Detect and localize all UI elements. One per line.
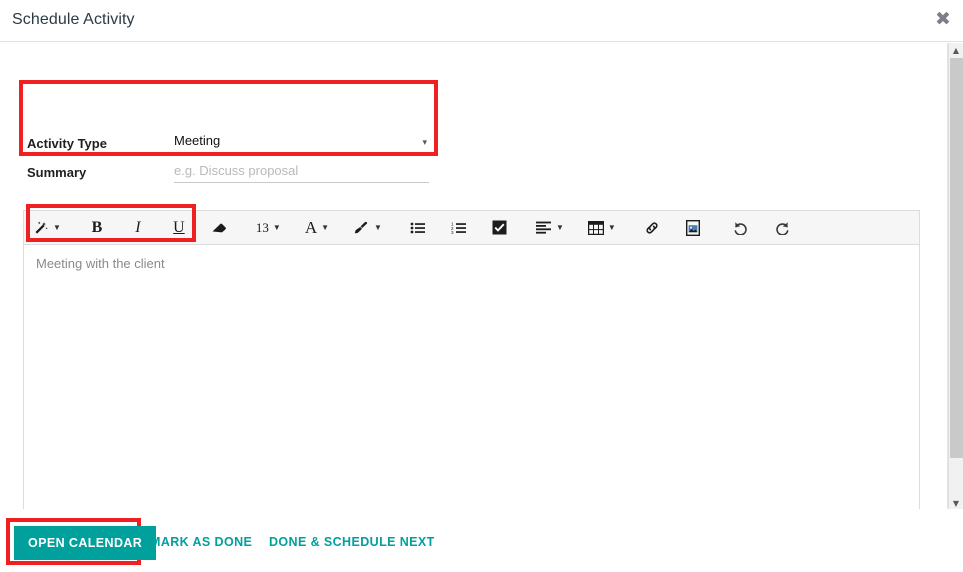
style-wand-icon[interactable]: ▼ [29,215,65,241]
chevron-down-icon: ▼ [555,222,564,232]
image-icon[interactable] [677,215,709,241]
activity-type-control: Meeting ▾ [174,131,429,154]
activity-type-label: Activity Type [27,136,107,151]
redo-icon[interactable] [766,215,798,241]
page-title: Schedule Activity [12,11,135,28]
summary-label: Summary [27,165,87,180]
font-color-glyph: A [304,217,318,237]
activity-type-value: Meeting [174,133,221,148]
italic-icon[interactable]: I [122,215,154,241]
summary-control [174,160,429,183]
editor-toolbar: ▼ B I U 13 ▼ A ▼ ▼ 1 2 3 ▼ ▼ [24,211,919,245]
link-icon[interactable] [636,215,668,241]
ordered-list-icon[interactable]: 1 2 3 [443,215,475,241]
font-size-selector[interactable]: 13 ▼ [252,215,285,241]
mark-as-done-button[interactable]: MARK AS DONE [150,535,252,549]
chevron-down-icon: ▼ [272,222,281,232]
eraser-icon[interactable] [204,215,236,241]
svg-text:3: 3 [451,230,454,235]
summary-input[interactable] [174,160,429,183]
activity-type-select[interactable]: Meeting ▾ [174,131,429,154]
undo-icon[interactable] [725,215,757,241]
align-icon[interactable]: ▼ [532,215,568,241]
checklist-icon[interactable] [484,215,516,241]
table-icon[interactable]: ▼ [584,215,620,241]
scroll-up-arrow-icon[interactable]: ▲ [949,43,963,58]
background-color-icon[interactable]: ▼ [349,215,386,241]
bold-icon[interactable]: B [81,215,113,241]
note-text: Meeting with the client [36,256,165,271]
editor-content-area[interactable]: Meeting with the client [24,245,919,549]
done-and-schedule-next-button[interactable]: DONE & SCHEDULE NEXT [269,535,435,549]
chevron-down-icon: ▾ [422,137,427,147]
font-size-value: 13 [255,219,269,235]
note-editor: ▼ B I U 13 ▼ A ▼ ▼ 1 2 3 ▼ ▼ Meeting wit… [23,210,920,550]
close-icon[interactable]: ✖ [929,6,957,34]
chevron-down-icon: ▼ [321,222,330,232]
underline-icon[interactable]: U [163,215,195,241]
scrollbar-thumb[interactable] [950,58,963,458]
dialog-body: Activity Type Meeting ▾ Summary e.g. Dis… [0,43,948,550]
unordered-list-icon[interactable] [402,215,434,241]
open-calendar-button[interactable]: OPEN CALENDAR [14,526,157,560]
chevron-down-icon: ▼ [374,222,382,232]
font-color-icon[interactable]: A ▼ [301,215,333,241]
dialog-header: Schedule Activity ✖ [0,0,963,42]
chevron-down-icon: ▼ [607,222,616,232]
vertical-scrollbar[interactable]: ▲ ▼ [948,43,963,511]
chevron-down-icon: ▼ [53,222,61,232]
